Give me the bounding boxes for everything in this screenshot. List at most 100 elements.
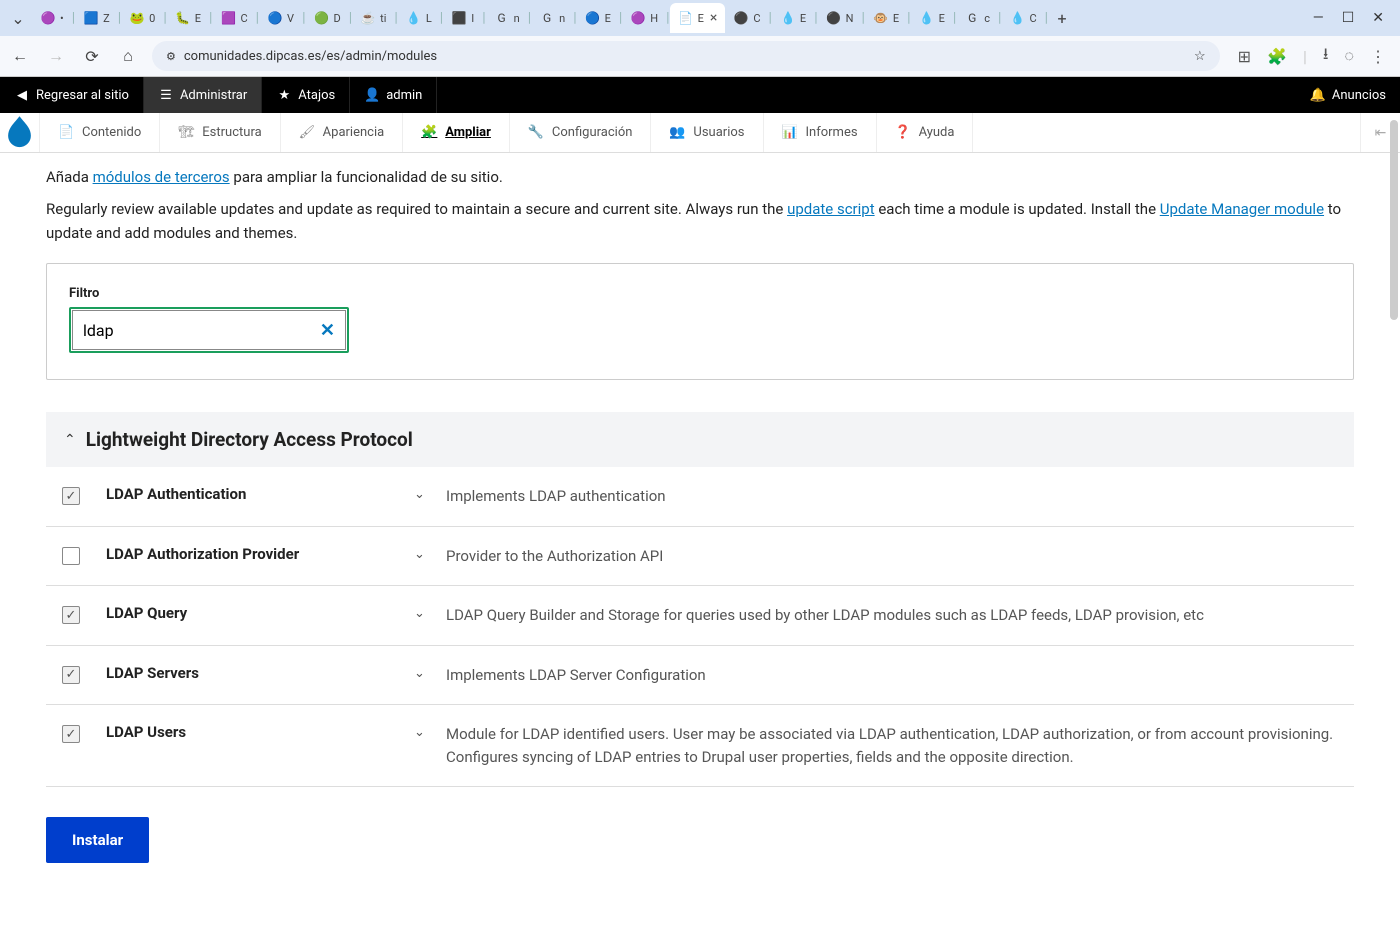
address-bar: ← → ⟳ ⌂ ⚙ comunidades.dipcas.es/es/admin… — [0, 36, 1400, 76]
tab-favicon: 🐛 — [175, 10, 191, 26]
tab-close-icon[interactable]: × — [710, 10, 717, 26]
browser-tab[interactable]: ⚫N — [818, 3, 862, 33]
site-info-icon[interactable]: ⚙ — [166, 50, 176, 63]
group-header[interactable]: ⌃ Lightweight Directory Access Protocol — [46, 412, 1354, 467]
browser-tab[interactable]: ⚫C — [725, 3, 768, 33]
scrollbar[interactable] — [1390, 120, 1398, 320]
back-arrow-icon: ◀ — [14, 87, 30, 103]
window-minimize-icon[interactable]: — — [1313, 10, 1324, 26]
module-description: Module for LDAP identified users. User m… — [446, 723, 1338, 768]
browser-tab[interactable]: 🔵V — [259, 3, 302, 33]
window-maximize-icon[interactable]: ☐ — [1342, 10, 1355, 26]
update-manager-link[interactable]: Update Manager module — [1160, 200, 1324, 218]
tab-favicon: 💧 — [1009, 10, 1025, 26]
user-button[interactable]: 👤 admin — [350, 77, 437, 113]
tree-icon: 🏗 — [178, 125, 194, 141]
browser-tab[interactable]: ⬛I — [443, 3, 482, 33]
browser-tab[interactable]: 🐵E — [865, 3, 907, 33]
tab-favicon: 📄 — [678, 10, 694, 26]
browser-tab[interactable]: 💧E — [911, 3, 953, 33]
browser-tab[interactable]: 💧L — [398, 3, 440, 33]
downloads-icon[interactable]: ⭳ — [1323, 43, 1329, 70]
tab-favicon: 💧 — [919, 10, 935, 26]
browser-tab[interactable]: Gn — [531, 3, 573, 33]
tab-favicon: 💧 — [780, 10, 796, 26]
tab-label: E — [698, 12, 704, 25]
browser-tab[interactable]: 🟣H — [622, 3, 666, 33]
browser-tab[interactable]: 💧E — [772, 3, 814, 33]
window-close-icon[interactable]: ✕ — [1372, 10, 1384, 26]
profile-icon[interactable]: ◌ — [1344, 46, 1354, 66]
manage-button[interactable]: ☰ Administrar — [144, 77, 262, 113]
browser-tab[interactable]: 🟦Z — [75, 3, 118, 33]
tab-favicon: 🟣 — [40, 10, 56, 26]
third-party-modules-link[interactable]: módulos de terceros — [93, 168, 230, 186]
chevron-down-icon[interactable]: ⌄ — [414, 725, 434, 740]
shortcuts-button[interactable]: ★ Atajos — [262, 77, 350, 113]
chevron-down-icon[interactable]: ⌄ — [414, 666, 434, 681]
browser-tab[interactable]: 🔵E — [577, 3, 619, 33]
tab-strip: ⌄ 🟣•|🟦Z|🐸0|🐛E|🟪C|🔵V|🟢D|☕ti|💧L|⬛I|Gn|Gn|🔵… — [0, 0, 1400, 36]
browser-tab[interactable]: 💧C — [1001, 3, 1044, 33]
admin-menu-apariencia[interactable]: 🖌Apariencia — [281, 113, 404, 152]
browser-menu-icon[interactable]: ⋮ — [1370, 47, 1386, 66]
tab-favicon: ⚫ — [733, 10, 749, 26]
file-icon: 📄 — [58, 125, 74, 141]
update-script-link[interactable]: update script — [787, 200, 875, 218]
module-name: LDAP Servers — [92, 664, 402, 682]
clear-filter-icon[interactable]: ✕ — [320, 320, 335, 341]
admin-menu-ayuda[interactable]: ❓Ayuda — [877, 113, 974, 152]
browser-tab[interactable]: ☕ti — [352, 3, 394, 33]
tab-favicon: 🐸 — [129, 10, 145, 26]
extensions-puzzle-icon[interactable]: 🧩 — [1267, 47, 1287, 66]
admin-menu-configuración[interactable]: 🔧Configuración — [510, 113, 652, 152]
browser-tab[interactable]: 📄 E × — [670, 3, 726, 33]
module-checkbox[interactable] — [62, 725, 80, 743]
filter-box: Filtro ✕ — [46, 263, 1354, 380]
nav-home-icon[interactable]: ⌂ — [116, 44, 140, 68]
module-checkbox[interactable] — [62, 547, 80, 565]
tab-label: c — [984, 12, 990, 25]
admin-menu-label: Ayuda — [919, 125, 955, 140]
drupal-logo-icon[interactable] — [0, 113, 40, 152]
module-row: LDAP Query ⌄ LDAP Query Builder and Stor… — [46, 586, 1354, 646]
module-checkbox[interactable] — [62, 487, 80, 505]
tab-favicon: 🟢 — [313, 10, 329, 26]
nav-reload-icon[interactable]: ⟳ — [80, 44, 104, 68]
new-tab-button[interactable]: + — [1050, 6, 1074, 30]
browser-tab[interactable]: 🟪C — [212, 3, 255, 33]
module-row: LDAP Users ⌄ Module for LDAP identified … — [46, 705, 1354, 787]
tab-label: E — [800, 12, 806, 25]
tab-favicon: G — [539, 10, 555, 26]
tab-favicon: 🐵 — [873, 10, 889, 26]
chevron-down-icon[interactable]: ⌄ — [414, 487, 434, 502]
browser-tab[interactable]: 🐛E — [167, 3, 209, 33]
browser-tab[interactable]: Gc — [956, 3, 998, 33]
install-button[interactable]: Instalar — [46, 817, 149, 863]
module-checkbox[interactable] — [62, 666, 80, 684]
tab-dropdown-icon[interactable]: ⌄ — [6, 6, 30, 30]
extension-icon[interactable]: ⊞ — [1238, 47, 1251, 66]
module-description: Implements LDAP Server Configuration — [446, 664, 1338, 687]
nav-back-icon[interactable]: ← — [8, 44, 32, 68]
browser-tab[interactable]: 🟣• — [32, 3, 72, 33]
chevron-down-icon[interactable]: ⌄ — [414, 606, 434, 621]
chevron-down-icon[interactable]: ⌄ — [414, 547, 434, 562]
tab-label: C — [240, 12, 247, 25]
bookmark-star-icon[interactable]: ☆ — [1194, 49, 1206, 64]
back-to-site-button[interactable]: ◀ Regresar al sitio — [0, 77, 144, 113]
announcements-button[interactable]: 🔔 Anuncios — [1296, 77, 1400, 113]
browser-tab[interactable]: Gn — [486, 3, 528, 33]
filter-input[interactable] — [83, 321, 320, 340]
url-input[interactable]: ⚙ comunidades.dipcas.es/es/admin/modules… — [152, 41, 1220, 71]
tab-favicon: G — [494, 10, 510, 26]
tab-label: E — [939, 12, 945, 25]
admin-menu-contenido[interactable]: 📄Contenido — [40, 113, 160, 152]
browser-tab[interactable]: 🟢D — [305, 3, 348, 33]
admin-menu-informes[interactable]: 📊Informes — [764, 113, 877, 152]
admin-menu-estructura[interactable]: 🏗Estructura — [160, 113, 280, 152]
browser-tab[interactable]: 🐸0 — [121, 3, 163, 33]
admin-menu-usuarios[interactable]: 👥Usuarios — [651, 113, 763, 152]
admin-menu-ampliar[interactable]: 🧩Ampliar — [403, 113, 510, 152]
module-checkbox[interactable] — [62, 606, 80, 624]
